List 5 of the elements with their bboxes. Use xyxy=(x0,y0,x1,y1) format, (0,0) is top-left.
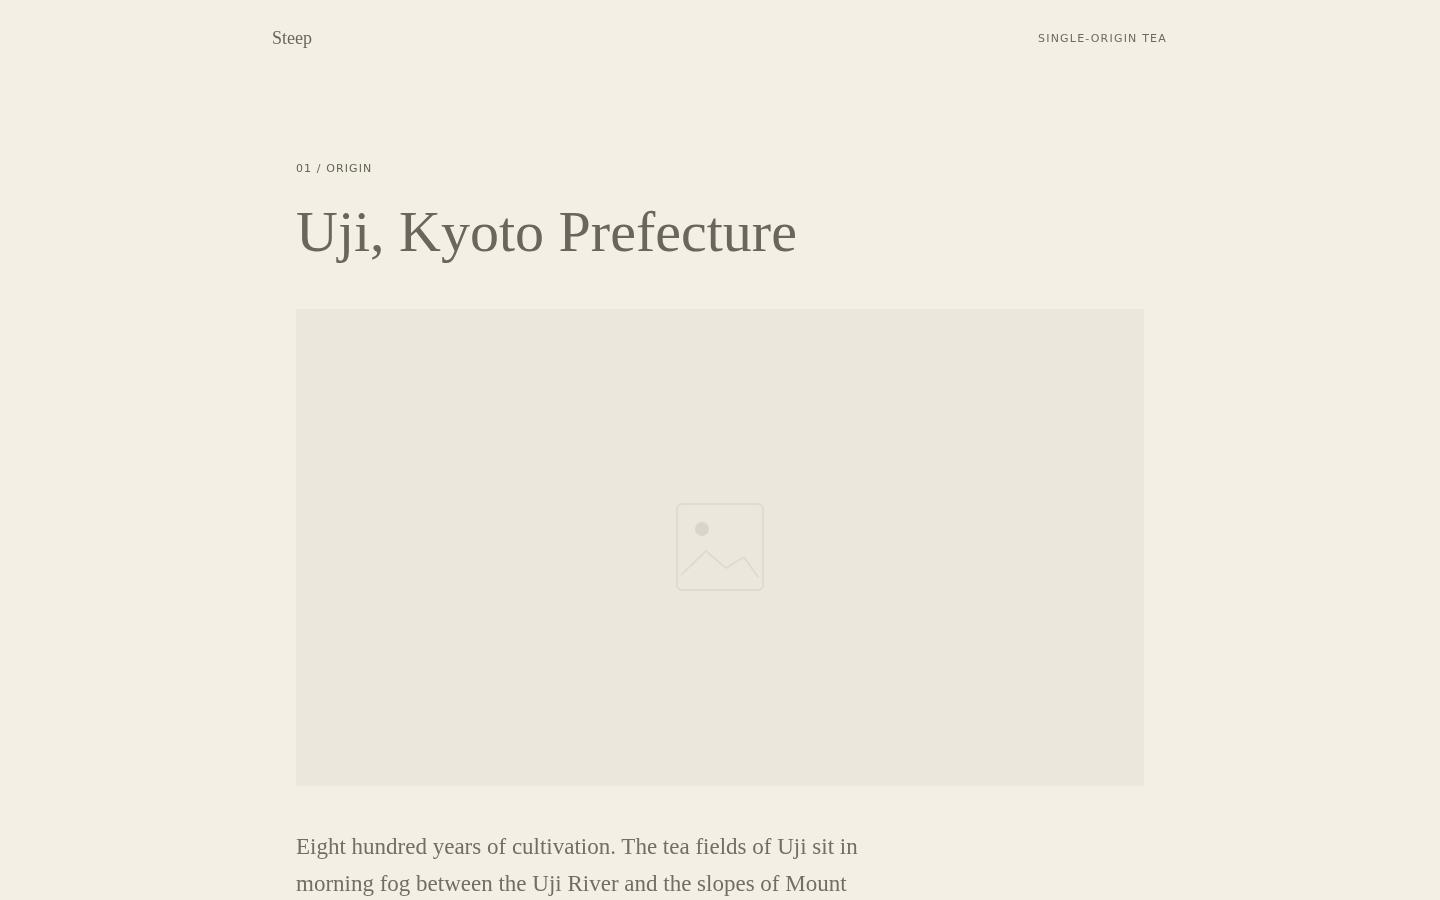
brand-name: Steep xyxy=(272,27,312,49)
tagline: SINGLE-ORIGIN TEA xyxy=(1038,31,1167,45)
page-title: Uji, Kyoto Prefecture xyxy=(296,198,798,266)
section-label: 01 / ORIGIN xyxy=(296,162,374,175)
body-paragraph: Eight hundred years of cultivation. The tea fields of Uji sit in morning fog between the Uji River and the slopes of Mount xyxy=(296,832,859,898)
